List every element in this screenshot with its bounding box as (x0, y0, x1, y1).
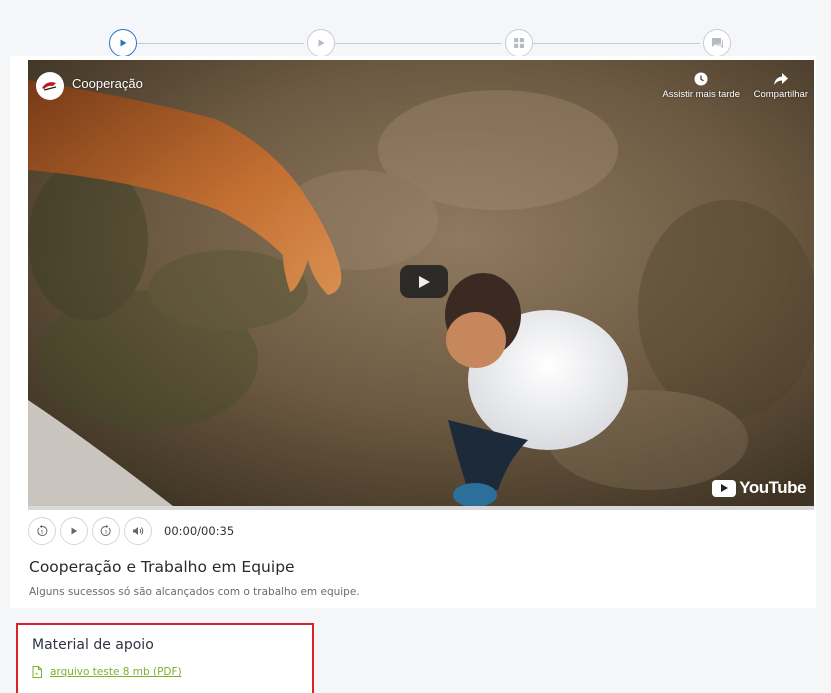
support-material-heading: Material de apoio (32, 637, 154, 653)
youtube-logo[interactable]: YouTube (712, 478, 806, 498)
support-file-link[interactable]: arquivo teste 8 mb (PDF) (50, 666, 182, 678)
step-activity[interactable] (505, 29, 533, 57)
chat-icon (711, 38, 723, 48)
play-icon (71, 527, 77, 535)
rewind-button[interactable]: 5 (28, 517, 56, 545)
lesson-stepper (10, 10, 816, 57)
pdf-file-icon (32, 666, 42, 678)
video-channel-title[interactable]: Cooperação (72, 76, 143, 91)
youtube-video-player[interactable]: Cooperação Assistir mais tarde Compartil… (28, 60, 814, 510)
forward-button[interactable]: 5 (92, 517, 120, 545)
rewind-5-icon: 5 (37, 525, 48, 536)
step-video-1[interactable] (109, 29, 137, 57)
youtube-play-icon (712, 479, 737, 497)
video-play-button[interactable] (400, 265, 448, 298)
svg-text:5: 5 (105, 530, 108, 536)
share-button[interactable]: Compartilhar (754, 72, 808, 100)
support-material-item: arquivo teste 8 mb (PDF) (32, 666, 182, 678)
player-controls: 5 5 00:00/00:35 (28, 517, 234, 545)
lesson-title: Cooperação e Trabalho em Equipe (29, 558, 295, 576)
stepper-line (136, 43, 304, 44)
stepper-line (532, 43, 700, 44)
share-icon (773, 73, 788, 85)
lesson-card: Cooperação Assistir mais tarde Compartil… (10, 56, 816, 608)
play-icon (318, 39, 325, 47)
stepper-line (334, 43, 502, 44)
share-label: Compartilhar (753, 89, 808, 100)
play-button[interactable] (60, 517, 88, 545)
step-video-2[interactable] (307, 29, 335, 57)
lesson-description: Alguns sucessos só são alcançados com o … (29, 586, 360, 598)
channel-avatar[interactable] (36, 72, 64, 100)
playback-time: 00:00/00:35 (164, 524, 235, 538)
support-material-panel: Material de apoio arquivo teste 8 mb (PD… (16, 623, 314, 693)
youtube-logo-text: YouTube (739, 478, 806, 497)
svg-text:5: 5 (41, 530, 44, 536)
forward-5-icon: 5 (100, 525, 111, 536)
watch-later-label: Assistir mais tarde (662, 89, 740, 100)
channel-logo-icon (39, 75, 61, 97)
grid-icon (514, 38, 524, 48)
volume-button[interactable] (124, 517, 152, 545)
play-icon (120, 39, 127, 47)
step-discussion[interactable] (703, 29, 731, 57)
volume-icon (133, 527, 144, 535)
watch-later-button[interactable]: Assistir mais tarde (662, 72, 740, 100)
clock-icon (694, 72, 708, 86)
play-icon (419, 275, 430, 288)
